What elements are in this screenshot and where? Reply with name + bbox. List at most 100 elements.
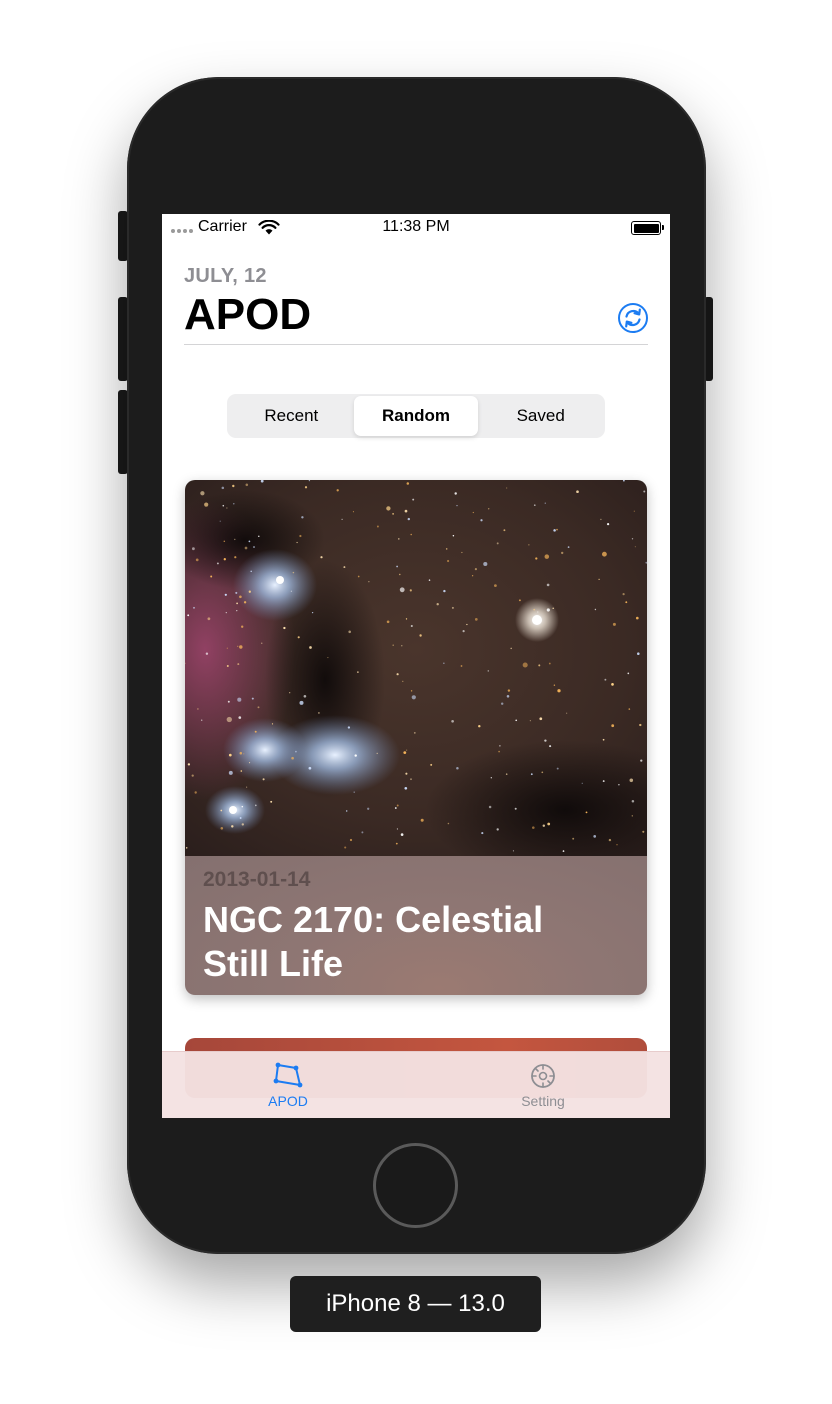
star [451,606,454,609]
star [515,719,518,722]
star [341,518,343,521]
star [404,509,408,513]
star [598,578,600,581]
star [443,662,445,664]
star [488,805,492,809]
star [191,774,194,777]
star [320,556,323,559]
star [585,811,588,814]
segment-random[interactable]: Random [353,396,479,436]
star [462,630,465,633]
star [249,762,251,764]
star [204,502,209,507]
star [496,828,499,831]
star [594,608,597,611]
star [241,805,244,808]
star [430,763,433,766]
gear-icon [531,1064,555,1088]
star [420,818,424,822]
star [226,716,232,723]
star [290,590,293,592]
star [409,589,412,592]
star [640,759,643,762]
star [295,750,297,753]
star [487,508,490,510]
star [361,831,364,834]
star [185,847,188,849]
star [518,599,521,602]
star [546,608,550,612]
star [546,583,550,587]
star [309,646,312,649]
star [529,720,531,722]
segment-saved[interactable]: Saved [478,396,603,436]
star [226,664,229,668]
star [547,822,551,826]
refresh-icon[interactable] [617,302,649,334]
star [226,647,228,649]
star [629,778,634,783]
star [231,825,234,828]
star [271,723,274,725]
star [537,611,539,613]
star [534,504,536,506]
star [296,541,298,544]
star [553,529,556,532]
star [348,630,351,634]
star [631,815,633,817]
star [345,810,348,812]
card-footer: 2013-01-14 NGC 2170: Celestial Still Lif… [185,856,647,995]
star [187,614,190,617]
star [357,671,359,673]
star [447,559,450,563]
star [392,644,394,646]
star [506,487,508,489]
card-title: NGC 2170: Celestial Still Life [203,899,544,984]
star [233,503,235,505]
apod-card[interactable]: 2013-01-14 NGC 2170: Celestial Still Lif… [185,480,647,995]
tab-apod[interactable]: APOD [228,1062,348,1109]
star [413,731,416,734]
star [512,850,514,852]
star [410,690,413,692]
star [237,645,239,647]
star [404,786,408,790]
star [261,642,263,644]
star [336,489,339,492]
star [611,683,614,686]
status-bar: Carrier 11:38 PM [162,214,670,242]
star [194,791,197,794]
star [207,617,211,621]
star [532,826,535,829]
star [405,618,408,620]
star [223,558,226,561]
star [411,695,416,700]
star [637,652,640,655]
star [407,517,410,521]
star [210,575,213,578]
star [454,492,457,495]
home-button[interactable] [373,1143,458,1228]
star [456,504,458,507]
star [622,593,625,596]
star [451,719,454,723]
star [353,791,355,793]
star [291,756,294,760]
star [226,507,228,509]
star [643,490,646,493]
star [522,662,528,668]
star [396,673,399,676]
star [223,540,226,543]
star [225,611,227,614]
star [347,726,351,729]
star [593,835,597,838]
star [602,780,605,783]
star [505,773,508,775]
star [410,624,413,628]
star [406,482,410,485]
tab-setting[interactable]: Setting [483,1062,603,1109]
star [200,491,205,496]
segment-recent[interactable]: Recent [229,396,354,436]
header-date: JULY, 12 [184,265,267,287]
star [240,770,243,772]
